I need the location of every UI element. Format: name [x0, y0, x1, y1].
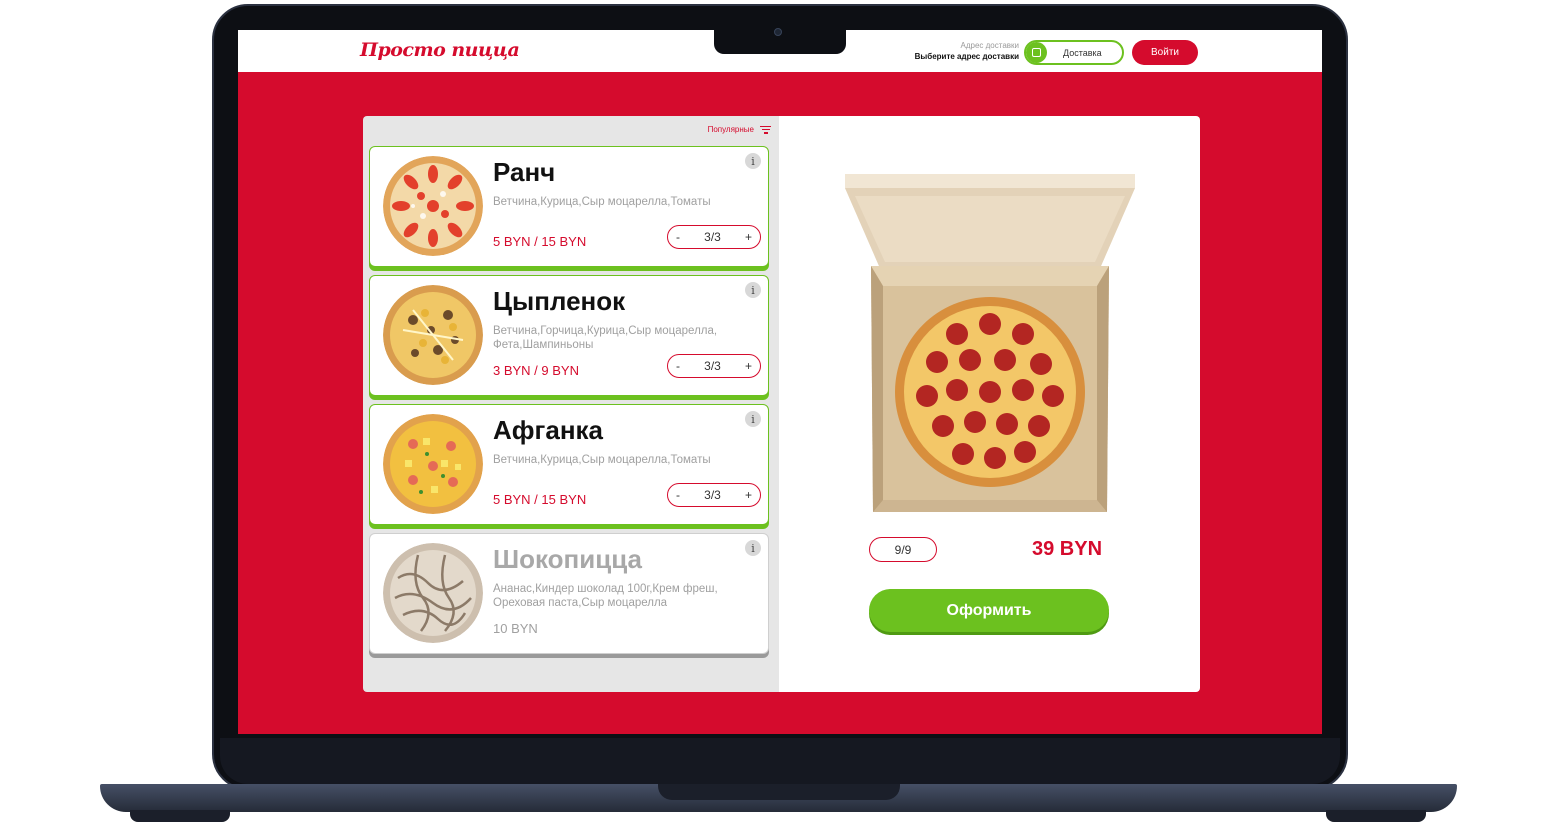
- info-icon[interactable]: i: [745, 282, 761, 298]
- pizza-image-afganka: [383, 414, 483, 514]
- decrement-button[interactable]: -: [676, 230, 680, 244]
- login-button[interactable]: Войти: [1132, 40, 1198, 65]
- laptop-base-notch: [658, 784, 900, 800]
- camera-icon: [774, 28, 782, 36]
- app-screen: Просто пицца Адрес доставки Выберите адр…: [238, 30, 1322, 734]
- quantity-value: 3/3: [704, 488, 721, 502]
- laptop-chin: [220, 738, 1340, 784]
- pizza-price: 10 BYN: [493, 621, 538, 636]
- delivery-address[interactable]: Адрес доставки Выберите адрес доставки: [915, 40, 1019, 62]
- pizza-price: 5 BYN / 15 BYN: [493, 492, 587, 507]
- pizza-price: 3 BYN / 9 BYN: [493, 363, 579, 378]
- quantity-value: 3/3: [704, 359, 721, 373]
- menu-panel: Популярные Ранч Ветчина,Курица,Сыр моцар…: [363, 116, 779, 692]
- pizza-name: Цыпленок: [493, 286, 626, 316]
- pizza-card-chicken[interactable]: Цыпленок Ветчина,Горчица,Курица,Сыр моца…: [369, 275, 769, 396]
- sort-control[interactable]: Популярные: [708, 125, 771, 134]
- increment-button[interactable]: +: [745, 230, 752, 244]
- pizza-ingredients: Ветчина,Горчица,Курица,Сыр моцарелла, Фе…: [493, 325, 718, 351]
- decrement-button[interactable]: -: [676, 488, 680, 502]
- quantity-stepper[interactable]: - 3/3 +: [667, 354, 761, 378]
- info-icon[interactable]: i: [745, 411, 761, 427]
- quantity-stepper[interactable]: - 3/3 +: [667, 483, 761, 507]
- pizza-image-chicken: [383, 285, 483, 385]
- pizza-name: Афганка: [493, 415, 603, 445]
- increment-button[interactable]: +: [745, 359, 752, 373]
- quantity-stepper[interactable]: - 3/3 +: [667, 225, 761, 249]
- pizza-box-image: [845, 174, 1135, 512]
- pizza-image-chocopizza: [383, 543, 483, 643]
- laptop-foot-right: [1326, 810, 1426, 822]
- address-label: Адрес доставки: [960, 41, 1019, 50]
- increment-button[interactable]: +: [745, 488, 752, 502]
- address-value: Выберите адрес доставки: [914, 52, 1019, 61]
- pizza-name: Шокопицца: [493, 544, 642, 574]
- cart-quantity: 9/9: [869, 537, 937, 562]
- site-logo[interactable]: Просто пицца: [360, 39, 520, 61]
- pizza-card-chocopizza: Шокопицца Ананас,Киндер шоколад 100г,Кре…: [369, 533, 769, 654]
- delivery-label: Доставка: [1063, 47, 1102, 58]
- checkout-button[interactable]: Оформить: [869, 589, 1109, 632]
- pizza-ingredients: Ветчина,Курица,Сыр моцарелла,Томаты: [493, 454, 711, 466]
- pizza-image-ranch: [383, 156, 483, 256]
- pizza-ingredients: Ананас,Киндер шоколад 100г,Крем фреш, Ор…: [493, 583, 718, 609]
- pizza-card-ranch[interactable]: Ранч Ветчина,Курица,Сыр моцарелла,Томаты…: [369, 146, 769, 267]
- info-icon[interactable]: i: [745, 540, 761, 556]
- pizza-price: 5 BYN / 15 BYN: [493, 234, 587, 249]
- shopping-bag-icon: [1026, 42, 1047, 63]
- total-price: 39 BYN: [1032, 538, 1103, 560]
- laptop-foot-left: [130, 810, 230, 822]
- pizza-card-afganka[interactable]: Афганка Ветчина,Курица,Сыр моцарелла,Том…: [369, 404, 769, 525]
- pizza-ingredients: Ветчина,Курица,Сыр моцарелла,Томаты: [493, 196, 711, 208]
- info-icon[interactable]: i: [745, 153, 761, 169]
- order-panel: 9/9 39 BYN Оформить: [779, 116, 1200, 692]
- decrement-button[interactable]: -: [676, 359, 680, 373]
- delivery-toggle[interactable]: Доставка: [1024, 40, 1124, 65]
- quantity-value: 3/3: [704, 230, 721, 244]
- filter-icon: [760, 125, 771, 134]
- sort-label: Популярные: [707, 125, 754, 134]
- pizza-name: Ранч: [493, 157, 556, 187]
